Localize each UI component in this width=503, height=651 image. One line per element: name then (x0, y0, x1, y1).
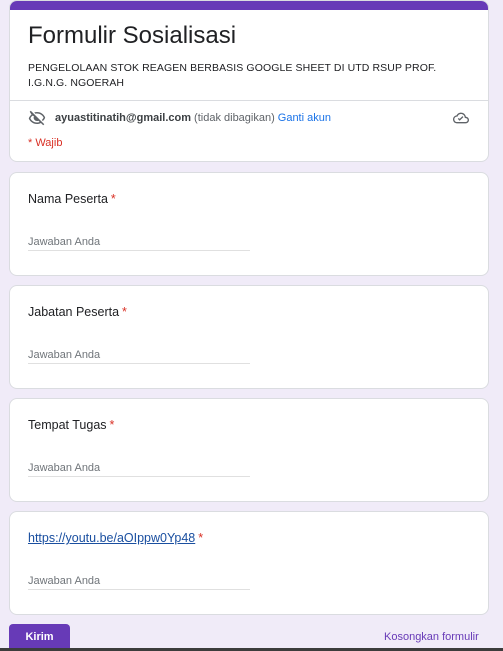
youtube-link[interactable]: https://youtu.be/aOIppw0Yp48 (28, 531, 195, 545)
account-row: ayuastitinatih@gmail.com (tidak dibagika… (28, 109, 331, 127)
question-card: https://youtu.be/aOIppw0Yp48 * (9, 511, 489, 615)
form-title: Formulir Sosialisasi (28, 22, 237, 49)
question-card: Nama Peserta * (9, 172, 489, 276)
account-email: ayuastitinatih@gmail.com (55, 112, 192, 124)
required-star: * (122, 305, 127, 319)
header-divider (10, 100, 488, 101)
required-star: * (109, 418, 115, 432)
clear-form-link[interactable]: Kosongkan formulir (384, 631, 479, 643)
question-card: Jabatan Peserta * (9, 285, 489, 389)
required-note: * Wajib (28, 137, 63, 149)
form-page: Formulir Sosialisasi PENGELOLAAN STOK RE… (0, 0, 503, 651)
form-description: PENGELOLAAN STOK REAGEN BERBASIS GOOGLE … (28, 62, 437, 89)
answer-input-nama-peserta[interactable] (28, 233, 250, 251)
cloud-check-icon (453, 111, 469, 125)
form-header-card: Formulir Sosialisasi PENGELOLAAN STOK RE… (9, 0, 489, 162)
switch-account-link[interactable]: Ganti akun (278, 112, 331, 124)
required-star: * (110, 192, 116, 206)
account-privacy-note: (tidak dibagikan) (194, 112, 275, 124)
question-card: Tempat Tugas * (9, 398, 489, 502)
question-label: Tempat Tugas * (28, 418, 115, 432)
eye-off-icon (28, 109, 46, 127)
required-star: * (198, 531, 204, 545)
question-label: Jabatan Peserta * (28, 305, 127, 319)
submit-button[interactable]: Kirim (9, 624, 70, 651)
question-label: Nama Peserta * (28, 192, 116, 206)
header-accent-bar (10, 1, 488, 10)
answer-input-youtube[interactable] (28, 572, 250, 590)
answer-input-tempat-tugas[interactable] (28, 459, 250, 477)
question-label: https://youtu.be/aOIppw0Yp48 * (28, 531, 203, 545)
answer-input-jabatan-peserta[interactable] (28, 346, 250, 364)
